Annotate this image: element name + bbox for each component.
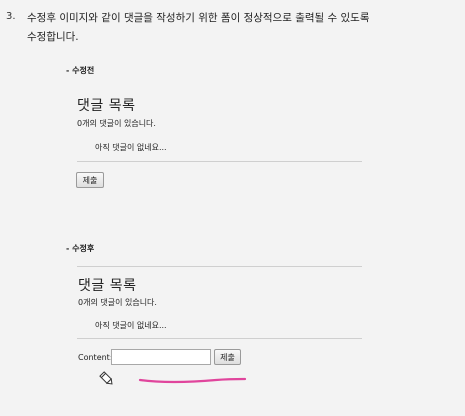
content-input[interactable] xyxy=(111,349,211,365)
after-comment-count: 0개의 댓글이 있습니다. xyxy=(78,298,157,307)
step-number: 3. xyxy=(6,11,16,22)
instruction-text: 수정후 이미지와 같이 댓글을 작성하기 위한 폼이 정상적으로 출력될 수 있… xyxy=(27,9,447,47)
instruction-line-1: 수정후 이미지와 같이 댓글을 작성하기 위한 폼이 정상적으로 출력될 수 있… xyxy=(27,12,370,24)
after-submit-button[interactable]: 제출 xyxy=(214,349,241,365)
annotation-underline xyxy=(138,377,247,383)
before-empty-message: 아직 댓글이 없네요... xyxy=(95,143,167,152)
after-divider xyxy=(77,338,362,339)
after-empty-message: 아직 댓글이 없네요... xyxy=(95,321,167,330)
pencil-icon xyxy=(99,371,113,385)
after-top-divider xyxy=(77,266,362,267)
content-label: Content: xyxy=(78,353,113,362)
before-label: - 수정전 xyxy=(66,66,95,75)
after-comment-title: 댓글 목록 xyxy=(78,278,137,294)
after-label: - 수정후 xyxy=(66,244,95,253)
before-submit-button[interactable]: 제출 xyxy=(76,172,104,188)
before-divider xyxy=(77,161,362,162)
before-comment-count: 0개의 댓글이 있습니다. xyxy=(77,119,156,128)
instruction-line-2: 수정합니다. xyxy=(27,31,79,43)
before-comment-title: 댓글 목록 xyxy=(77,98,136,114)
